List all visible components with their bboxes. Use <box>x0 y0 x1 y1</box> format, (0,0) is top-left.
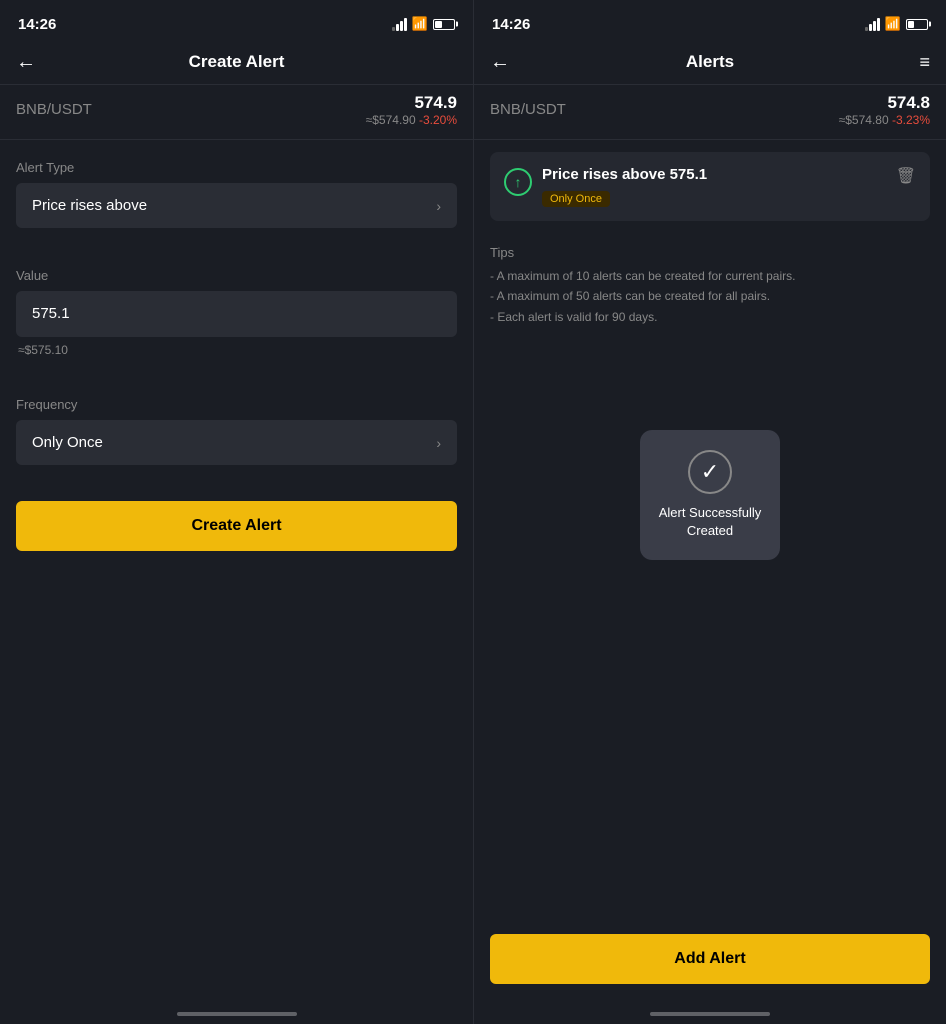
pair-sub-left: ≈$574.90 -3.20% <box>366 113 457 127</box>
status-bar-left: 14:26 📶 <box>0 0 473 44</box>
alert-up-icon: ↑ <box>504 168 532 196</box>
chevron-right-icon-freq: › <box>436 435 441 451</box>
battery-icon-right <box>906 19 928 30</box>
frequency-value: Only Once <box>32 434 103 451</box>
status-icons-left: 📶 <box>392 16 455 32</box>
status-bar-right: 14:26 📶 <box>474 0 946 44</box>
alert-card-left: ↑ Price rises above 575.1 Only Once <box>504 166 707 207</box>
tip-line-1: - A maximum of 10 alerts can be created … <box>490 266 930 286</box>
alert-type-select[interactable]: Price rises above › <box>16 183 457 228</box>
signal-icon <box>392 17 407 31</box>
tips-section: Tips - A maximum of 10 alerts can be cre… <box>474 233 946 339</box>
value-input-wrap <box>16 291 457 337</box>
pair-row-left: BNB/USDT 574.9 ≈$574.90 -3.20% <box>0 85 473 139</box>
create-alert-header: ← Create Alert <box>0 44 473 84</box>
home-indicator-left <box>177 1012 297 1016</box>
alert-card-content: Price rises above 575.1 Only Once <box>542 166 707 207</box>
check-icon: ✓ <box>701 459 719 485</box>
wifi-icon-right: 📶 <box>885 16 901 32</box>
value-approx: ≈$575.10 <box>16 343 457 357</box>
add-alert-button[interactable]: Add Alert <box>490 934 930 984</box>
pair-price-block-left: 574.9 ≈$574.90 -3.20% <box>366 93 457 127</box>
tip-line-2: - A maximum of 50 alerts can be created … <box>490 286 930 306</box>
alert-type-label: Alert Type <box>16 160 457 175</box>
pair-price-right: 574.8 <box>839 93 930 113</box>
tips-text: - A maximum of 10 alerts can be created … <box>490 266 930 327</box>
alert-title: Price rises above 575.1 <box>542 166 707 183</box>
alerts-header: ← Alerts ≡ <box>474 44 946 84</box>
chevron-right-icon-type: › <box>436 198 441 214</box>
pair-change-left: -3.20% <box>419 113 457 127</box>
status-time-right: 14:26 <box>492 16 530 33</box>
status-time-left: 14:26 <box>18 16 56 33</box>
pair-price-block-right: 574.8 ≈$574.80 -3.23% <box>839 93 930 127</box>
tip-line-3: - Each alert is valid for 90 days. <box>490 307 930 327</box>
status-icons-right: 📶 <box>865 16 928 32</box>
pair-change-right: -3.23% <box>892 113 930 127</box>
create-alert-panel: 14:26 📶 ← Create Alert BNB/USDT <box>0 0 473 1024</box>
alert-card: ↑ Price rises above 575.1 Only Once 🗑 <box>490 152 930 221</box>
pair-name-left: BNB/USDT <box>16 101 92 119</box>
create-alert-button[interactable]: Create Alert <box>16 501 457 551</box>
pair-sub-right: ≈$574.80 -3.23% <box>839 113 930 127</box>
alert-badge: Only Once <box>542 191 610 207</box>
menu-icon[interactable]: ≡ <box>919 52 930 73</box>
success-toast: ✓ Alert Successfully Created <box>640 430 780 560</box>
value-section: Value ≈$575.10 <box>0 248 473 377</box>
frequency-section: Frequency Only Once › <box>0 377 473 485</box>
home-indicator-right <box>650 1012 770 1016</box>
pair-name-right: BNB/USDT <box>490 101 566 119</box>
pair-price-left: 574.9 <box>366 93 457 113</box>
page-title-right: Alerts <box>686 52 734 72</box>
value-label: Value <box>16 268 457 283</box>
frequency-label: Frequency <box>16 397 457 412</box>
success-message: Alert Successfully Created <box>640 504 780 540</box>
alert-type-section: Alert Type Price rises above › <box>0 140 473 248</box>
back-button-right[interactable]: ← <box>490 51 510 74</box>
tips-title: Tips <box>490 245 930 260</box>
pair-row-right: BNB/USDT 574.8 ≈$574.80 -3.23% <box>474 85 946 139</box>
back-button-left[interactable]: ← <box>16 51 36 74</box>
frequency-select[interactable]: Only Once › <box>16 420 457 465</box>
value-input[interactable] <box>32 305 441 322</box>
delete-alert-button[interactable]: 🗑 <box>896 166 916 186</box>
battery-icon-left <box>433 19 455 30</box>
page-title-left: Create Alert <box>189 52 285 72</box>
wifi-icon: 📶 <box>412 16 428 32</box>
divider-right-2 <box>474 139 946 140</box>
success-check-circle: ✓ <box>688 450 732 494</box>
alerts-panel: 14:26 📶 ← Alerts ≡ BNB/USDT <box>473 0 946 1024</box>
signal-icon-right <box>865 17 880 31</box>
alert-type-value: Price rises above <box>32 197 147 214</box>
